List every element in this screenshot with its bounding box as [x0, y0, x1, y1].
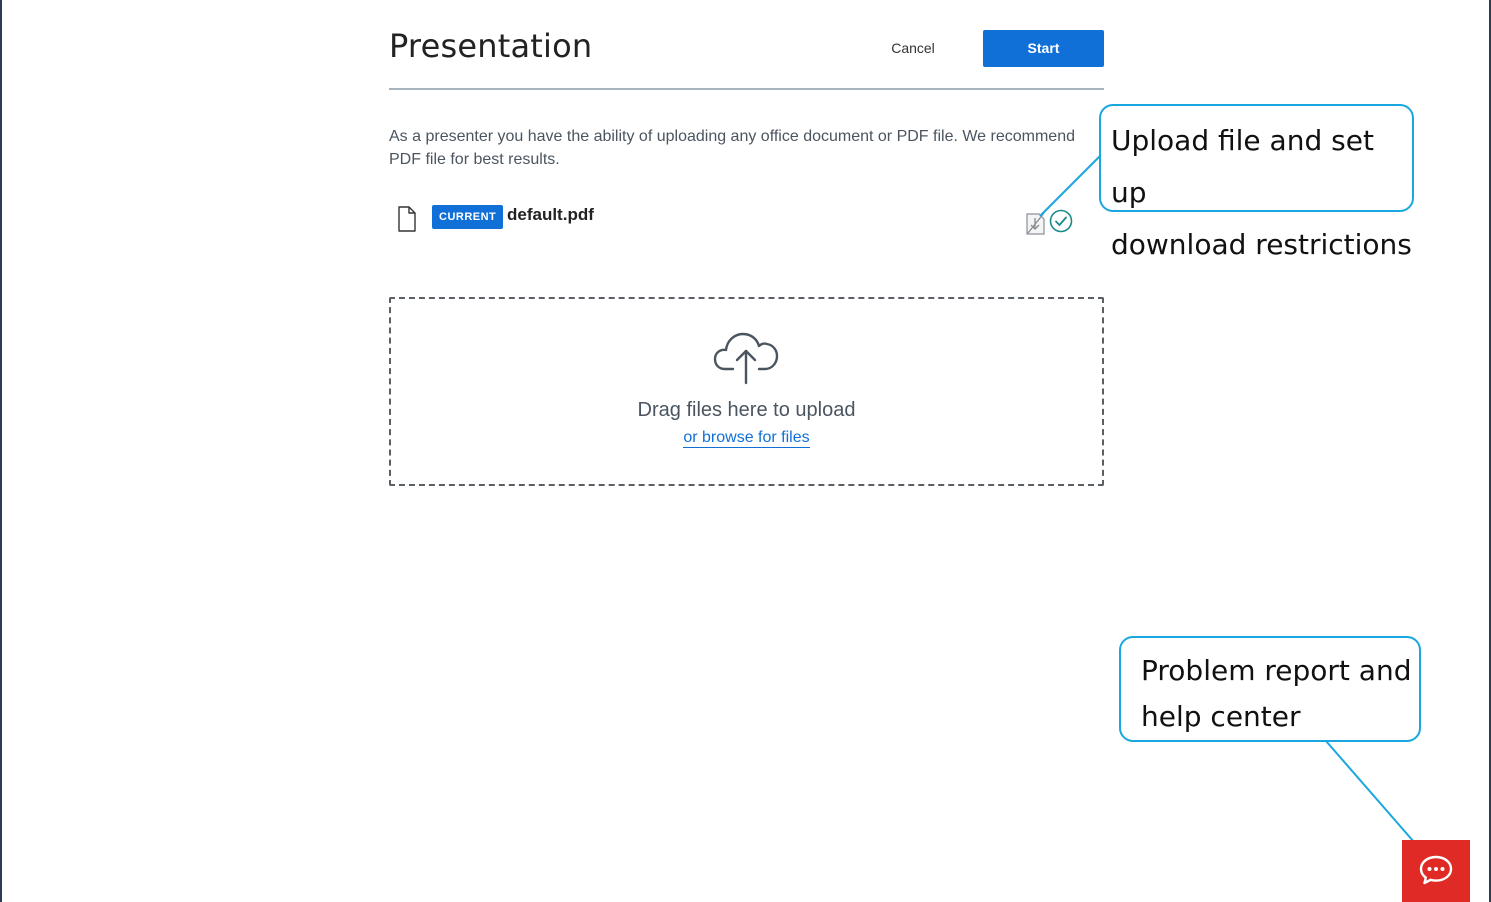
- start-button[interactable]: Start: [983, 30, 1104, 67]
- cancel-button[interactable]: Cancel: [875, 30, 951, 67]
- file-name: default.pdf: [507, 205, 594, 224]
- chat-icon: [1419, 855, 1453, 885]
- presentation-modal: Presentation Cancel Start As a presenter…: [389, 0, 1104, 486]
- check-circle-icon[interactable]: [1049, 209, 1073, 233]
- file-list-item: CURRENT default.pdf: [389, 204, 1104, 235]
- window-left-border: [0, 0, 2, 902]
- page-title: Presentation: [389, 27, 593, 65]
- help-callout-line1: Problem report and: [1141, 654, 1412, 687]
- browse-files-link[interactable]: or browse for files: [683, 429, 810, 448]
- upload-callout-line1: Upload file and set up: [1111, 124, 1374, 209]
- cloud-upload-icon: [713, 332, 779, 385]
- help-callout: Problem report and help center: [1119, 636, 1421, 742]
- help-callout-pointer: [1325, 740, 1415, 843]
- modal-header: Presentation Cancel Start: [389, 0, 1104, 90]
- help-center-button[interactable]: [1402, 840, 1470, 902]
- browse-files-container: or browse for files: [391, 429, 1102, 448]
- upload-callout: Upload file and set up download restrict…: [1099, 104, 1414, 261]
- help-callout-line2: help center: [1141, 700, 1301, 733]
- upload-callout-line2: download restrictions: [1111, 228, 1412, 261]
- file-icon: [398, 206, 416, 232]
- drag-files-text: Drag files here to upload: [637, 399, 856, 421]
- upload-description: As a presenter you have the ability of u…: [389, 128, 1075, 168]
- current-badge: CURRENT: [432, 205, 504, 229]
- download-toggle-icon[interactable]: [1025, 209, 1047, 235]
- file-dropzone[interactable]: Drag files here to upload or browse for …: [389, 297, 1104, 486]
